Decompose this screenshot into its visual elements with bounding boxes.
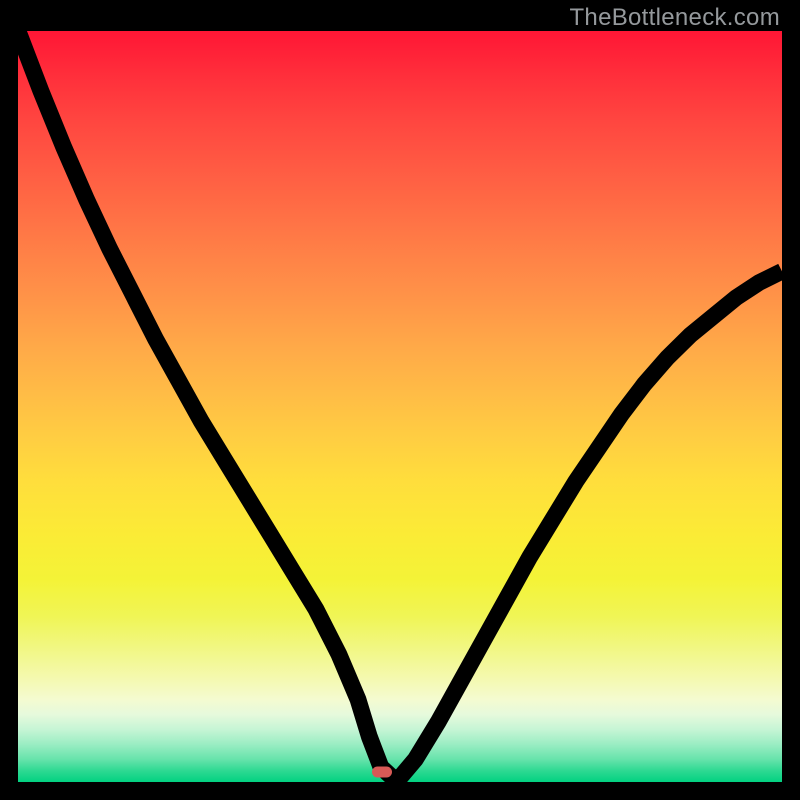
bottleneck-curve [18,31,782,782]
plot-area [18,31,782,782]
chart-container: TheBottleneck.com [0,0,800,800]
curve-path [18,31,782,777]
optimum-marker [372,767,392,778]
watermark-text: TheBottleneck.com [569,4,780,32]
